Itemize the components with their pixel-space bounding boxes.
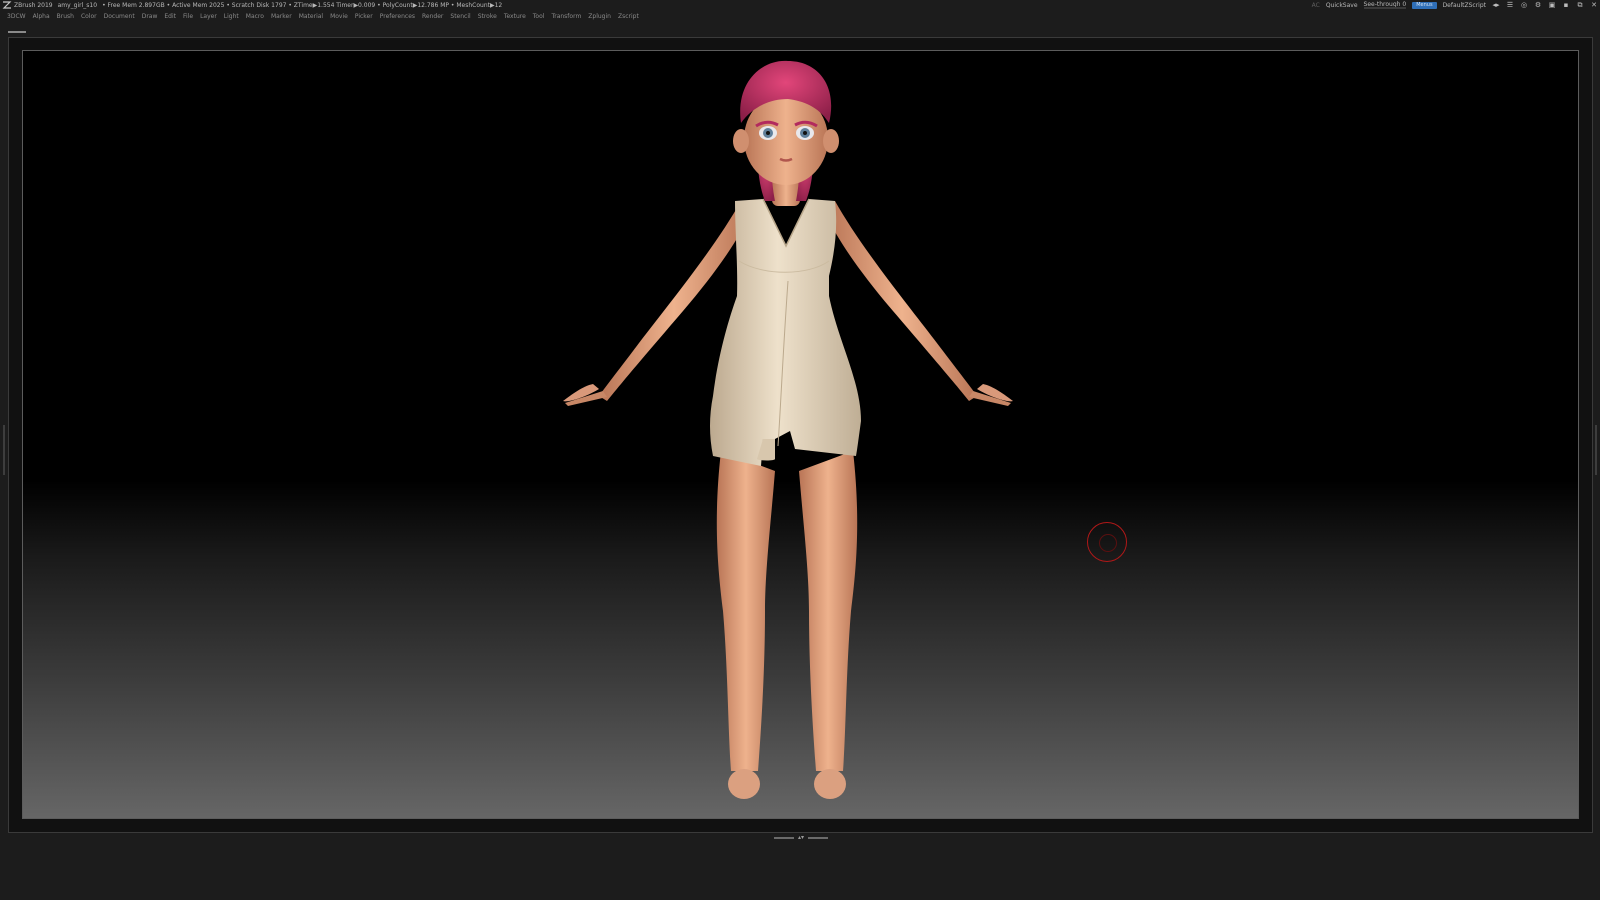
palette-icon[interactable]: ☰ <box>1506 1 1514 9</box>
menu-texture[interactable]: Texture <box>504 13 526 20</box>
menu-macro[interactable]: Macro <box>246 13 264 20</box>
zbrush-logo-icon[interactable] <box>2 1 12 9</box>
menu-layer[interactable]: Layer <box>200 13 217 20</box>
see-through-track <box>1363 7 1407 9</box>
document-name: amy_girl_s10 <box>57 1 98 9</box>
brush-cursor <box>1087 522 1127 562</box>
menu-picker[interactable]: Picker <box>355 13 373 20</box>
restore-icon[interactable]: ⧉ <box>1576 1 1584 9</box>
menu-zplugin[interactable]: Zplugin <box>588 13 611 20</box>
menu-stencil[interactable]: Stencil <box>450 13 470 20</box>
app-name: ZBrush 2019 <box>14 1 53 9</box>
menu-document[interactable]: Document <box>104 13 135 20</box>
menu-alpha[interactable]: Alpha <box>33 13 50 20</box>
menu-3dcw[interactable]: 3DCW <box>7 13 26 20</box>
close-icon[interactable]: ✕ <box>1590 1 1598 9</box>
menu-file[interactable]: File <box>183 13 193 20</box>
bottom-tray-handle[interactable]: ▴▾ <box>774 834 828 841</box>
menu-light[interactable]: Light <box>224 13 239 20</box>
right-tray-handle[interactable] <box>1595 425 1597 475</box>
menus-toggle[interactable]: Menus <box>1412 1 1437 9</box>
tray-handle[interactable] <box>8 31 26 33</box>
see-through-slider[interactable]: See-through 0 <box>1363 1 1407 9</box>
layout-icon[interactable]: ◂▸ <box>1492 1 1500 9</box>
menu-bar: 3DCW Alpha Brush Color Document Draw Edit File L… <box>0 11 1600 21</box>
title-bar-controls: AC QuickSave See-through 0 Menus Default… <box>1312 0 1598 10</box>
menu-brush[interactable]: Brush <box>57 13 74 20</box>
menu-stroke[interactable]: Stroke <box>478 13 497 20</box>
expand-arrows-icon: ▴▾ <box>797 834 805 841</box>
ac-button[interactable]: AC <box>1312 2 1320 9</box>
quicksave-button[interactable]: QuickSave <box>1326 2 1358 9</box>
ui-settings-icon[interactable]: ◎ <box>1520 1 1528 9</box>
viewport-document[interactable] <box>22 50 1579 819</box>
menu-material[interactable]: Material <box>299 13 323 20</box>
character-model[interactable] <box>23 51 1579 819</box>
menu-transform[interactable]: Transform <box>551 13 581 20</box>
menu-movie[interactable]: Movie <box>330 13 348 20</box>
bottom-handle-bar-left <box>774 836 794 839</box>
menu-render[interactable]: Render <box>422 13 443 20</box>
help-icon[interactable]: ⚙ <box>1534 1 1542 9</box>
left-tray-handle[interactable] <box>3 425 5 475</box>
menu-draw[interactable]: Draw <box>142 13 158 20</box>
menu-marker[interactable]: Marker <box>271 13 292 20</box>
menu-zscript[interactable]: Zscript <box>618 13 639 20</box>
minimize-icon[interactable]: ▪ <box>1562 1 1570 9</box>
menu-tool[interactable]: Tool <box>533 13 545 20</box>
bottom-handle-bar-right <box>808 836 828 839</box>
lock-icon[interactable]: ▣ <box>1548 1 1556 9</box>
script-button[interactable]: DefaultZScript <box>1443 2 1486 9</box>
status-stats: • Free Mem 2.897GB • Active Mem 2025 • S… <box>102 1 503 9</box>
menu-color[interactable]: Color <box>81 13 97 20</box>
menu-preferences[interactable]: Preferences <box>380 13 415 20</box>
menu-edit[interactable]: Edit <box>164 13 176 20</box>
